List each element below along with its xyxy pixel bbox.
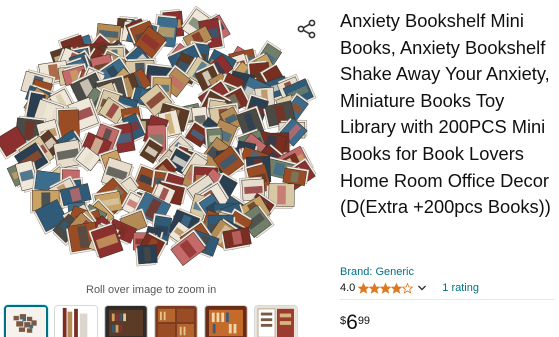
divider (340, 299, 555, 300)
thumbnail-1[interactable] (4, 305, 48, 337)
mini-book (135, 244, 158, 267)
thumbnail-3[interactable] (104, 305, 148, 337)
price-whole: 6 (346, 311, 358, 334)
star-icon (391, 282, 403, 294)
thumbnail-strip (4, 305, 298, 337)
mini-book (282, 166, 310, 186)
star-icon (369, 282, 381, 294)
thumbnail-5[interactable] (204, 305, 248, 337)
product-title: Anxiety Bookshelf Mini Books, Anxiety Bo… (340, 10, 551, 218)
star-icon (380, 282, 392, 294)
chevron-down-icon[interactable] (417, 283, 427, 293)
star-rating[interactable] (358, 282, 414, 294)
share-button[interactable] (296, 18, 318, 40)
star-icon (358, 282, 370, 294)
mini-books-pile-image (0, 5, 317, 267)
main-product-image[interactable] (0, 0, 325, 280)
star-icon (402, 282, 414, 294)
thumbnail-2[interactable] (54, 305, 98, 337)
thumbnail-6[interactable] (254, 305, 298, 337)
price-fraction: 99 (357, 315, 371, 327)
rating-value: 4.0 (340, 282, 356, 294)
thumbnail-4[interactable] (154, 305, 198, 337)
price: $ 6 99 (340, 312, 370, 334)
share-icon (297, 19, 316, 39)
rating-row: 4.0 1 rating (340, 282, 479, 294)
zoom-hint-text: Roll over image to zoom in (86, 284, 217, 296)
rating-count-link[interactable]: 1 rating (442, 282, 479, 294)
brand-link[interactable]: Brand: Generic (340, 266, 414, 278)
